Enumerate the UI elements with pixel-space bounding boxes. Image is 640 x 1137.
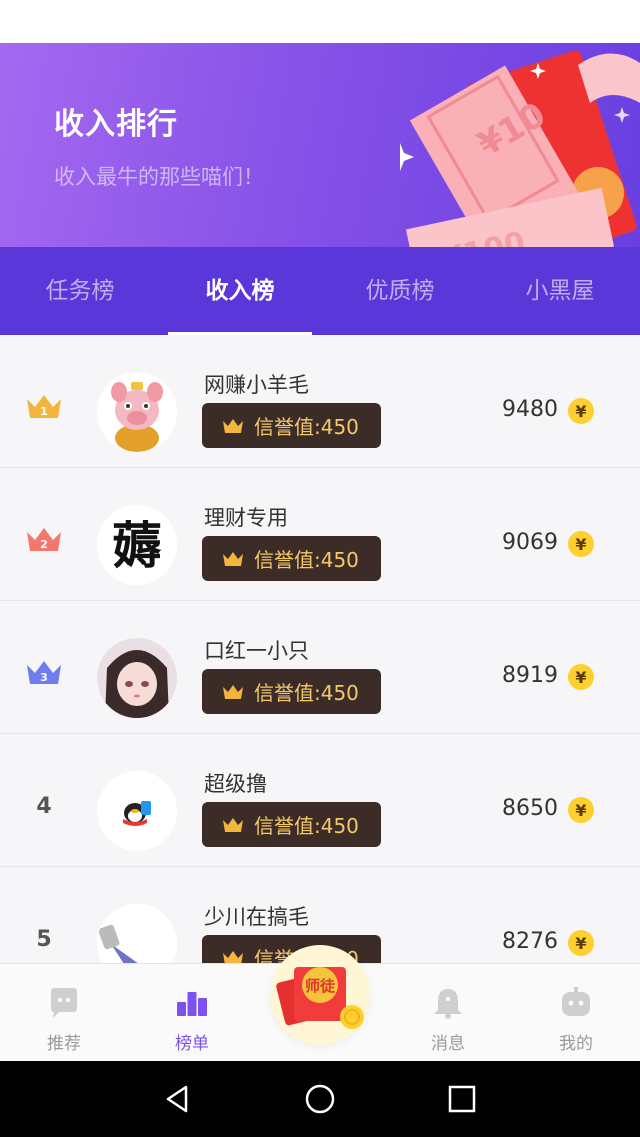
nav-mine[interactable]: 我的 <box>536 986 616 1054</box>
credit-badge: 信誉值:450 <box>202 403 381 448</box>
home-icon[interactable] <box>302 1081 338 1117</box>
tab-income-ranking[interactable]: 收入榜 <box>160 247 320 335</box>
rank-number: 4 <box>36 794 52 819</box>
crown-icon <box>223 418 243 433</box>
recent-apps-icon[interactable] <box>444 1081 480 1117</box>
robot-face-icon <box>562 987 590 1016</box>
gold-crown-icon: 1 <box>27 395 61 418</box>
anime-girl-avatar-icon <box>97 638 177 718</box>
user-name: 网赚小羊毛 <box>204 373 309 397</box>
yen-coin-icon: ¥ <box>568 531 594 557</box>
tab-task-ranking[interactable]: 任务榜 <box>0 247 160 335</box>
svg-text:¥: ¥ <box>575 934 586 953</box>
rank-number: 5 <box>36 927 52 952</box>
svg-text:¥: ¥ <box>575 402 586 421</box>
crown-icon <box>223 817 243 832</box>
penguin-avatar-icon <box>97 771 177 851</box>
user-name: 理财专用 <box>204 506 288 530</box>
yen-coin-icon: ¥ <box>568 797 594 823</box>
svg-text:¥: ¥ <box>575 535 586 554</box>
income-amount: 8276 <box>502 929 558 954</box>
avatar[interactable] <box>97 904 177 963</box>
flashlight-avatar-icon <box>97 904 177 963</box>
income-amount: 9069 <box>502 530 558 555</box>
back-icon[interactable] <box>160 1081 196 1117</box>
svg-text:薅: 薅 <box>112 516 162 575</box>
ranking-banner: 收入排行 收入最牛的那些喵们！ ¥10 ¥100 <box>0 43 640 247</box>
avatar[interactable]: 薅 <box>97 505 177 585</box>
rank-number: 3 <box>40 671 48 684</box>
credit-value: 信誉值:450 <box>254 415 359 439</box>
pig-avatar-icon <box>97 372 177 452</box>
income-amount: 9480 <box>502 397 558 422</box>
credit-badge: 信誉值:450 <box>202 669 381 714</box>
nav-recommend[interactable]: 推荐 <box>24 986 104 1054</box>
red-crown-icon: 2 <box>27 528 61 551</box>
nav-label: 消息 <box>431 1034 465 1054</box>
nav-messages[interactable]: 消息 <box>408 986 488 1054</box>
credit-value: 信誉值:450 <box>254 681 359 705</box>
yen-coin-icon: ¥ <box>568 398 594 424</box>
nav-label: 推荐 <box>47 1034 81 1054</box>
red-envelope-illustration: ¥10 ¥100 <box>400 50 640 247</box>
crown-icon <box>223 950 243 963</box>
blue-crown-icon: 3 <box>27 661 61 684</box>
credit-value: 信誉值:450 <box>254 548 359 572</box>
income-amount: 8650 <box>502 796 558 821</box>
rank-number: 1 <box>40 405 48 418</box>
yen-coin-icon: ¥ <box>568 930 594 956</box>
avatar[interactable] <box>97 638 177 718</box>
rank-number: 2 <box>40 538 48 551</box>
user-name: 口红一小只 <box>204 639 309 663</box>
page-subtitle: 收入最牛的那些喵们！ <box>54 165 264 189</box>
ranking-row[interactable]: 3 口红一小只 信誉值:450 8919 ¥ <box>0 601 640 734</box>
page-title: 收入排行 <box>54 107 178 142</box>
ranking-row[interactable]: 4 超级撸 信誉值:450 8650 ¥ <box>0 734 640 867</box>
ranking-row[interactable]: 2 薅 理财专用 信誉值:450 9069 ¥ <box>0 468 640 601</box>
credit-badge: 信誉值:450 <box>202 536 381 581</box>
tab-blacklist[interactable]: 小黑屋 <box>480 247 640 335</box>
nav-label: 我的 <box>559 1034 593 1054</box>
crown-icon <box>223 684 243 699</box>
ranking-row[interactable]: 1 网赚小羊毛 信誉值:450 9480 ¥ <box>0 335 640 468</box>
svg-text:¥: ¥ <box>575 801 586 820</box>
credit-badge: 信誉值:450 <box>202 802 381 847</box>
system-nav-bar <box>0 1061 640 1137</box>
red-envelope-icon: 师徒 <box>276 967 364 1029</box>
crown-icon <box>223 551 243 566</box>
podium-icon <box>177 992 207 1016</box>
bell-icon <box>434 989 462 1019</box>
user-name: 超级撸 <box>204 772 267 796</box>
ranking-list: 1 网赚小羊毛 信誉值:450 9480 ¥ 2 薅 理财专用 信誉值:450 … <box>0 335 640 963</box>
status-bar <box>0 0 640 43</box>
ranking-tabs: 任务榜 收入榜 优质榜 小黑屋 <box>0 247 640 335</box>
mentor-label: 师徒 <box>305 977 336 995</box>
chat-bubble-icon <box>51 988 77 1018</box>
avatar[interactable] <box>97 372 177 452</box>
nav-label: 榜单 <box>175 1034 209 1054</box>
calligraphy-avatar-icon: 薅 <box>97 505 177 585</box>
avatar[interactable] <box>97 771 177 851</box>
credit-value: 信誉值:450 <box>254 814 359 838</box>
mentor-button[interactable]: 师徒 <box>270 945 370 1045</box>
yen-coin-icon: ¥ <box>568 664 594 690</box>
tab-quality-ranking[interactable]: 优质榜 <box>320 247 480 335</box>
svg-text:¥: ¥ <box>575 668 586 687</box>
income-amount: 8919 <box>502 663 558 688</box>
user-name: 少川在搞毛 <box>204 905 309 929</box>
nav-ranking[interactable]: 榜单 <box>152 986 232 1054</box>
